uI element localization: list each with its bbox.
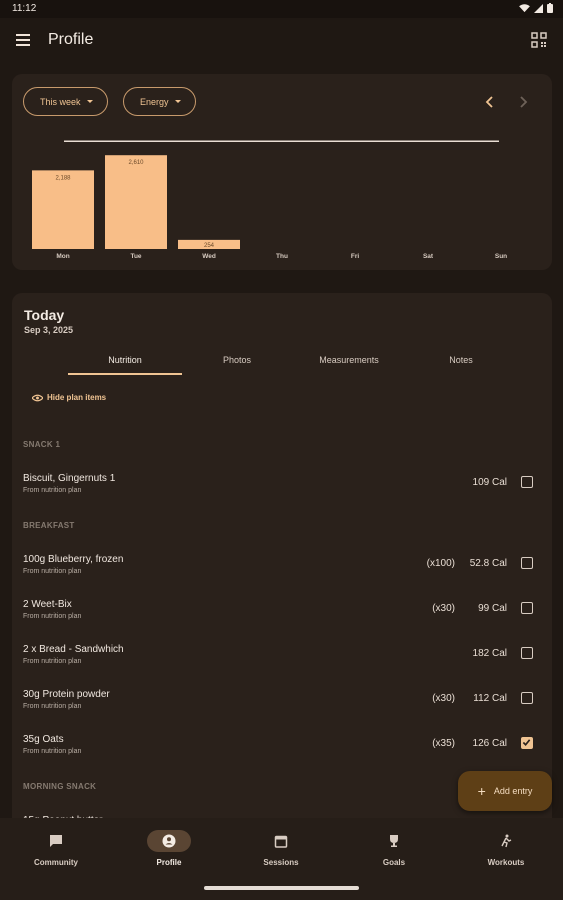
item-calories: 99 Cal [478, 603, 507, 614]
trophy-icon [390, 835, 398, 847]
chart-x-tick-label: Wed [202, 253, 216, 260]
status-bar: 11:12 [0, 0, 563, 18]
item-checkbox-checked[interactable] [521, 737, 533, 749]
energy-bar-chart: 2,188 Mon 2,610 Tue 254 Wed Thu Fri Sat Sun [32, 140, 507, 260]
item-checkbox[interactable] [521, 692, 533, 704]
add-entry-button[interactable]: + Add entry [458, 771, 552, 811]
chart-x-tick-label: Thu [276, 253, 288, 260]
menu-icon[interactable] [16, 30, 36, 50]
list-item[interactable]: 100g Blueberry, frozen From nutrition pl… [23, 554, 541, 584]
tab-indicator [68, 373, 182, 375]
tab-nutrition[interactable]: Nutrition [68, 355, 182, 365]
list-item[interactable]: 35g Oats From nutrition plan (x35) 126 C… [23, 734, 541, 764]
item-calories: 109 Cal [472, 477, 507, 488]
item-source: From nutrition plan [23, 748, 82, 755]
calendar-icon [274, 835, 288, 848]
item-source: From nutrition plan [23, 568, 82, 575]
item-name: 2 Weet-Bix [23, 599, 72, 610]
running-figure-icon [501, 834, 512, 848]
nav-sessions[interactable]: Sessions [225, 830, 337, 867]
item-quantity: (x100) [426, 558, 455, 569]
section-label: MORNING SNACK [23, 782, 97, 791]
day-date: Sep 3, 2025 [24, 325, 74, 335]
list-item[interactable]: 2 x Bread - Sandwhich From nutrition pla… [23, 644, 541, 674]
item-calories: 126 Cal [472, 738, 507, 749]
page-title: Profile [48, 31, 94, 48]
chart-x-tick-label: Mon [56, 253, 69, 260]
battery-icon [547, 3, 553, 13]
item-source: From nutrition plan [23, 487, 82, 494]
item-source: From nutrition plan [23, 703, 82, 710]
chat-icon [50, 835, 62, 847]
tab-notes[interactable]: Notes [404, 355, 518, 365]
item-quantity: (x30) [432, 603, 455, 614]
item-calories: 52.8 Cal [469, 558, 507, 569]
item-source: From nutrition plan [23, 613, 82, 620]
item-checkbox[interactable] [521, 647, 533, 659]
item-checkbox[interactable] [521, 557, 533, 569]
item-name: 30g Protein powder [23, 689, 110, 700]
item-quantity: (x35) [432, 738, 455, 749]
add-entry-label: Add entry [493, 786, 533, 796]
nav-label: Sessions [263, 858, 299, 867]
item-source: From nutrition plan [23, 658, 82, 665]
nav-profile[interactable]: Profile [113, 830, 225, 867]
list-item[interactable]: Biscuit, Gingernuts 1 From nutrition pla… [23, 473, 541, 503]
nav-label: Goals [382, 858, 406, 867]
chart-data-label: 254 [204, 243, 215, 249]
wifi-icon [519, 3, 530, 12]
status-icons [519, 3, 553, 13]
section-label: SNACK 1 [23, 440, 61, 449]
chart-data-label: 2,610 [128, 160, 144, 166]
chart-x-tick-label: Sat [423, 253, 434, 260]
nav-label: Profile [156, 858, 182, 867]
item-calories: 182 Cal [472, 648, 507, 659]
tab-measurements[interactable]: Measurements [292, 355, 406, 365]
list-item[interactable]: 2 Weet-Bix From nutrition plan (x30) 99 … [23, 599, 541, 629]
day-title: Today [24, 307, 65, 323]
section-label: BREAKFAST [23, 521, 75, 530]
account-circle-icon [162, 834, 176, 848]
chart-x-tick-label: Fri [351, 253, 360, 260]
day-card: Today Sep 3, 2025 Nutrition Photos Measu… [12, 293, 552, 853]
signal-icon [534, 3, 543, 13]
eye-icon [32, 394, 43, 401]
hide-plan-items-label: Hide plan items [47, 393, 107, 402]
item-name: Biscuit, Gingernuts 1 [23, 473, 116, 484]
chart-bar-mon[interactable] [32, 170, 94, 249]
plus-icon: + [477, 783, 486, 799]
tab-photos[interactable]: Photos [180, 355, 294, 365]
gesture-bar [204, 886, 359, 890]
item-quantity: (x30) [432, 693, 455, 704]
nav-community[interactable]: Community [0, 830, 112, 867]
chart-x-tick-label: Tue [130, 253, 141, 260]
item-checkbox[interactable] [521, 476, 533, 488]
status-time: 11:12 [12, 3, 37, 14]
item-name: 2 x Bread - Sandwhich [23, 644, 124, 655]
list-item[interactable]: 30g Protein powder From nutrition plan (… [23, 689, 541, 719]
hide-plan-items-button[interactable]: Hide plan items [32, 393, 106, 402]
chart-bar-tue[interactable] [105, 155, 167, 249]
chart-data-label: 2,188 [55, 175, 71, 181]
chart-x-tick-label: Sun [495, 253, 507, 260]
item-checkbox[interactable] [521, 602, 533, 614]
nav-goals[interactable]: Goals [338, 830, 450, 867]
check-icon [522, 739, 531, 746]
qr-code-icon[interactable] [531, 32, 547, 48]
nav-label: Community [34, 858, 78, 867]
app-bar: Profile [0, 18, 563, 64]
energy-chart-card: This week Energy 2,188 Mon 2,610 Tue 254 Wed T… [12, 74, 552, 270]
nav-workouts[interactable]: Workouts [450, 830, 562, 867]
item-name: 35g Oats [23, 734, 64, 745]
item-name: 100g Blueberry, frozen [23, 554, 124, 565]
nav-label: Workouts [487, 858, 525, 867]
item-calories: 112 Cal [473, 693, 507, 704]
